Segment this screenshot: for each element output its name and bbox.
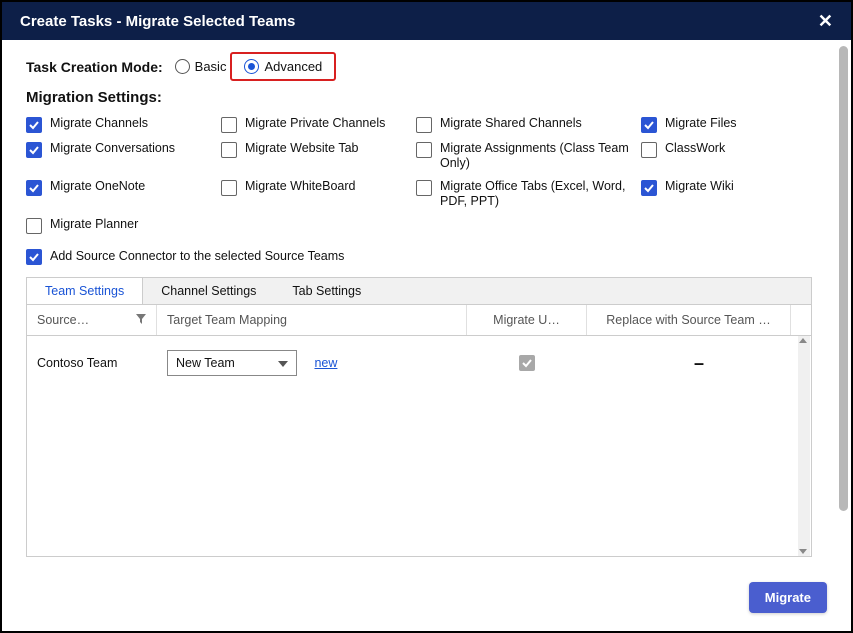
grid-scrollbar-track[interactable] bbox=[798, 336, 810, 556]
tab-team-settings[interactable]: Team Settings bbox=[27, 278, 143, 304]
checkbox-icon bbox=[416, 117, 432, 133]
cb-migrate-planner[interactable]: Migrate Planner bbox=[26, 217, 221, 234]
col-migrate-users[interactable]: Migrate U… bbox=[467, 305, 587, 335]
checkbox-icon bbox=[26, 249, 42, 265]
cb-label: Migrate Private Channels bbox=[245, 116, 385, 131]
cb-migrate-office-tabs[interactable]: Migrate Office Tabs (Excel, Word, PDF, P… bbox=[416, 179, 641, 209]
cb-classwork[interactable]: ClassWork bbox=[641, 141, 811, 171]
cb-migrate-conversations[interactable]: Migrate Conversations bbox=[26, 141, 221, 171]
cb-migrate-channels[interactable]: Migrate Channels bbox=[26, 116, 221, 133]
checkbox-icon bbox=[26, 180, 42, 196]
cb-label: Add Source Connector to the selected Sou… bbox=[50, 249, 344, 264]
cb-label: Migrate Channels bbox=[50, 116, 148, 131]
cb-migrate-private[interactable]: Migrate Private Channels bbox=[221, 116, 416, 133]
cell-target-mapping: New Team new bbox=[157, 344, 467, 382]
task-creation-mode-row: Task Creation Mode: Basic Advanced bbox=[26, 52, 812, 81]
col-target-label: Target Team Mapping bbox=[167, 313, 287, 327]
cb-source-connector[interactable]: Add Source Connector to the selected Sou… bbox=[26, 248, 812, 265]
checkbox-icon bbox=[221, 142, 237, 158]
col-migrate-label: Migrate U… bbox=[493, 313, 560, 327]
checkbox-icon bbox=[519, 355, 535, 371]
cb-migrate-onenote[interactable]: Migrate OneNote bbox=[26, 179, 221, 209]
cb-label: Migrate Shared Channels bbox=[440, 116, 582, 131]
radio-icon bbox=[175, 59, 190, 74]
cb-label: Migrate WhiteBoard bbox=[245, 179, 355, 194]
new-link[interactable]: new bbox=[314, 356, 337, 370]
filter-icon[interactable] bbox=[136, 313, 146, 327]
chevron-down-icon bbox=[278, 356, 288, 370]
cell-migrate-users[interactable] bbox=[467, 349, 587, 377]
mode-basic-radio[interactable]: Basic bbox=[171, 57, 231, 76]
settings-tabs: Team Settings Channel Settings Tab Setti… bbox=[26, 277, 812, 557]
tab-tab-settings[interactable]: Tab Settings bbox=[274, 278, 379, 304]
dialog-scrollbar[interactable] bbox=[839, 46, 848, 511]
checkbox-icon bbox=[641, 142, 657, 158]
cb-migrate-whiteboard[interactable]: Migrate WhiteBoard bbox=[221, 179, 416, 209]
cb-migrate-files[interactable]: Migrate Files bbox=[641, 116, 811, 133]
checkbox-icon bbox=[26, 117, 42, 133]
migration-settings-grid: Migrate Channels Migrate Private Channel… bbox=[26, 116, 812, 234]
close-icon[interactable]: ✕ bbox=[818, 12, 833, 30]
cell-replace: – bbox=[587, 347, 811, 380]
col-target[interactable]: Target Team Mapping bbox=[157, 305, 467, 335]
cell-source-team: Contoso Team bbox=[27, 350, 157, 376]
cb-label: Migrate Office Tabs (Excel, Word, PDF, P… bbox=[440, 179, 641, 209]
checkbox-icon bbox=[221, 117, 237, 133]
cb-label: Migrate Assignments (Class Team Only) bbox=[440, 141, 641, 171]
cb-migrate-wiki[interactable]: Migrate Wiki bbox=[641, 179, 811, 209]
col-source[interactable]: Source… bbox=[27, 305, 157, 335]
target-select-value: New Team bbox=[176, 356, 235, 370]
cb-migrate-shared[interactable]: Migrate Shared Channels bbox=[416, 116, 641, 133]
mode-label: Task Creation Mode: bbox=[26, 59, 163, 75]
scroll-down-icon[interactable] bbox=[799, 549, 807, 554]
cb-label: Migrate Files bbox=[665, 116, 737, 131]
col-replace[interactable]: Replace with Source Team … bbox=[587, 305, 791, 335]
highlight-advanced: Advanced bbox=[230, 52, 336, 81]
table-row: Contoso Team New Team new bbox=[27, 336, 811, 390]
migrate-button[interactable]: Migrate bbox=[749, 582, 827, 613]
cb-label: Migrate OneNote bbox=[50, 179, 145, 194]
migration-settings-heading: Migration Settings: bbox=[26, 89, 812, 106]
checkbox-icon bbox=[641, 180, 657, 196]
mode-advanced-radio[interactable]: Advanced bbox=[240, 57, 326, 76]
dialog-footer: Migrate bbox=[2, 572, 851, 631]
dialog-title: Create Tasks - Migrate Selected Teams bbox=[20, 13, 295, 30]
grid-header: Source… Target Team Mapping Migrate U… R… bbox=[27, 305, 811, 336]
cb-label: Migrate Conversations bbox=[50, 141, 175, 156]
radio-icon bbox=[244, 59, 259, 74]
col-spacer bbox=[791, 305, 811, 335]
checkbox-icon bbox=[26, 218, 42, 234]
mode-basic-label: Basic bbox=[195, 59, 227, 74]
mode-advanced-label: Advanced bbox=[264, 59, 322, 74]
tab-channel-settings[interactable]: Channel Settings bbox=[143, 278, 274, 304]
content: Task Creation Mode: Basic Advanced Migra… bbox=[2, 42, 836, 567]
cb-label: ClassWork bbox=[665, 141, 725, 156]
cb-migrate-website[interactable]: Migrate Website Tab bbox=[221, 141, 416, 171]
cb-migrate-assignments[interactable]: Migrate Assignments (Class Team Only) bbox=[416, 141, 641, 171]
dialog-create-tasks: Create Tasks - Migrate Selected Teams ✕ … bbox=[0, 0, 853, 633]
checkbox-icon bbox=[416, 180, 432, 196]
checkbox-icon bbox=[221, 180, 237, 196]
grid-body: Contoso Team New Team new bbox=[27, 336, 811, 556]
scroll-up-icon[interactable] bbox=[799, 338, 807, 343]
checkbox-icon bbox=[641, 117, 657, 133]
dialog-body: Task Creation Mode: Basic Advanced Migra… bbox=[2, 42, 851, 631]
target-select[interactable]: New Team bbox=[167, 350, 297, 376]
cb-label: Migrate Website Tab bbox=[245, 141, 358, 156]
checkbox-icon bbox=[26, 142, 42, 158]
col-source-label: Source… bbox=[37, 313, 89, 327]
checkbox-icon bbox=[416, 142, 432, 158]
tabs-bar: Team Settings Channel Settings Tab Setti… bbox=[27, 278, 811, 305]
col-replace-label: Replace with Source Team … bbox=[606, 313, 770, 327]
cb-label: Migrate Planner bbox=[50, 217, 138, 232]
dialog-header: Create Tasks - Migrate Selected Teams ✕ bbox=[2, 2, 851, 40]
cb-label: Migrate Wiki bbox=[665, 179, 734, 194]
